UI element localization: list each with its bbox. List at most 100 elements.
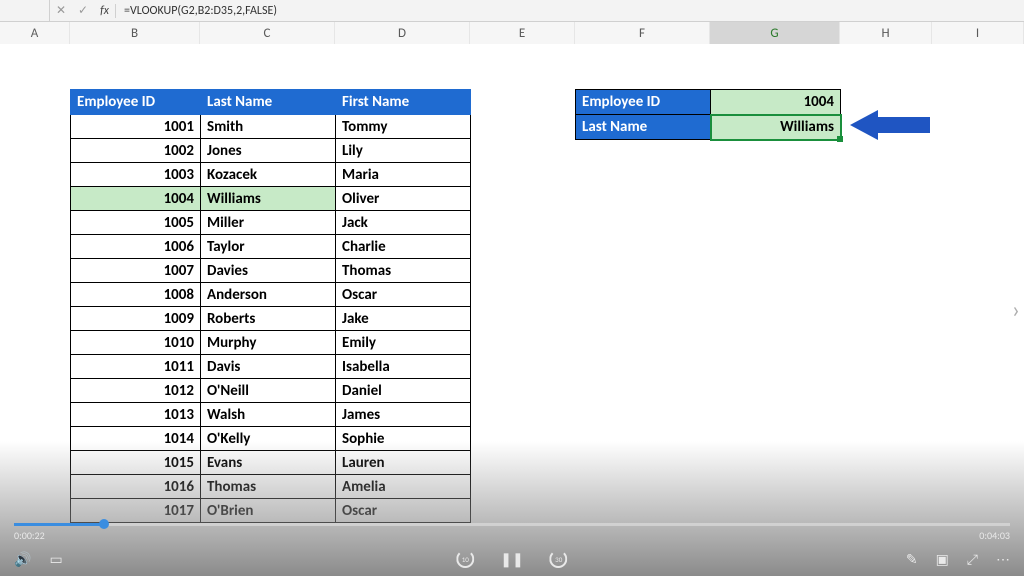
cell-last-name[interactable]: Thomas [201, 475, 336, 499]
table-row[interactable]: 1006TaylorCharlie [71, 235, 471, 259]
cell-employee-id[interactable]: 1016 [71, 475, 201, 499]
cell-first-name[interactable]: James [336, 403, 471, 427]
pip-icon[interactable]: ▣ [936, 551, 949, 568]
header-employee-id[interactable]: Employee ID [71, 90, 201, 115]
cell-first-name[interactable]: Thomas [336, 259, 471, 283]
video-controls: 0:00:22 0:04:03 🔊 ▭ 10 ❚❚ 30 ✎ ▣ ⤢ ⋯ [0, 516, 1024, 576]
cell-first-name[interactable]: Tommy [336, 115, 471, 139]
cell-first-name[interactable]: Lauren [336, 451, 471, 475]
column-header-C[interactable]: C [200, 22, 335, 44]
formula-accept-icon[interactable]: ✓ [72, 3, 94, 18]
cell-last-name[interactable]: Anderson [201, 283, 336, 307]
cell-last-name[interactable]: Davis [201, 355, 336, 379]
cell-employee-id[interactable]: 1008 [71, 283, 201, 307]
cell-last-name[interactable]: Murphy [201, 331, 336, 355]
cell-first-name[interactable]: Daniel [336, 379, 471, 403]
column-header-D[interactable]: D [335, 22, 470, 44]
table-row[interactable]: 1010MurphyEmily [71, 331, 471, 355]
pause-icon[interactable]: ❚❚ [500, 551, 523, 568]
worksheet-area[interactable]: Employee ID Last Name First Name 1001Smi… [0, 44, 1024, 576]
column-header-G[interactable]: G [710, 22, 840, 44]
cell-first-name[interactable]: Oliver [336, 187, 471, 211]
cell-employee-id[interactable]: 1013 [71, 403, 201, 427]
formula-cancel-icon[interactable]: ✕ [50, 3, 72, 18]
lookup-id-value[interactable]: 1004 [711, 90, 841, 115]
table-row[interactable]: 1004WilliamsOliver [71, 187, 471, 211]
table-row[interactable]: 1007DaviesThomas [71, 259, 471, 283]
cell-last-name[interactable]: Kozacek [201, 163, 336, 187]
lookup-ln-value[interactable]: Williams [711, 115, 841, 140]
lookup-box: Employee ID 1004 Last Name Williams [575, 89, 841, 140]
cell-first-name[interactable]: Amelia [336, 475, 471, 499]
cell-employee-id[interactable]: 1011 [71, 355, 201, 379]
table-row[interactable]: 1001SmithTommy [71, 115, 471, 139]
fx-icon[interactable]: fx [94, 4, 116, 18]
table-row[interactable]: 1002JonesLily [71, 139, 471, 163]
table-row[interactable]: 1003KozacekMaria [71, 163, 471, 187]
table-row[interactable]: 1011DavisIsabella [71, 355, 471, 379]
cell-employee-id[interactable]: 1015 [71, 451, 201, 475]
progress-bar[interactable] [14, 523, 1010, 526]
table-row[interactable]: 1016ThomasAmelia [71, 475, 471, 499]
formula-input[interactable]: =VLOOKUP(G2,B2:D35,2,FALSE) [116, 4, 1024, 18]
more-icon[interactable]: ⋯ [996, 551, 1010, 568]
cell-employee-id[interactable]: 1006 [71, 235, 201, 259]
cell-employee-id[interactable]: 1012 [71, 379, 201, 403]
column-header-A[interactable]: A [0, 22, 70, 44]
column-header-row: ABCDEFGHI [0, 22, 1024, 44]
cell-employee-id[interactable]: 1014 [71, 427, 201, 451]
cell-last-name[interactable]: Smith [201, 115, 336, 139]
cell-employee-id[interactable]: 1003 [71, 163, 201, 187]
cell-first-name[interactable]: Charlie [336, 235, 471, 259]
cell-first-name[interactable]: Lily [336, 139, 471, 163]
table-row[interactable]: 1005MillerJack [71, 211, 471, 235]
table-row[interactable]: 1015EvansLauren [71, 451, 471, 475]
cell-last-name[interactable]: Roberts [201, 307, 336, 331]
table-row[interactable]: 1012O'NeillDaniel [71, 379, 471, 403]
cell-first-name[interactable]: Emily [336, 331, 471, 355]
cell-last-name[interactable]: Davies [201, 259, 336, 283]
cell-first-name[interactable]: Jack [336, 211, 471, 235]
cell-first-name[interactable]: Sophie [336, 427, 471, 451]
cell-first-name[interactable]: Isabella [336, 355, 471, 379]
cell-last-name[interactable]: Jones [201, 139, 336, 163]
captions-icon[interactable]: ▭ [49, 551, 62, 568]
column-header-F[interactable]: F [575, 22, 710, 44]
progress-knob-icon[interactable] [99, 519, 109, 529]
name-box[interactable] [0, 0, 50, 21]
column-header-B[interactable]: B [70, 22, 200, 44]
header-last-name[interactable]: Last Name [201, 90, 336, 115]
cell-first-name[interactable]: Jake [336, 307, 471, 331]
cell-last-name[interactable]: Taylor [201, 235, 336, 259]
cell-last-name[interactable]: Evans [201, 451, 336, 475]
table-row[interactable]: 1008AndersonOscar [71, 283, 471, 307]
table-row[interactable]: 1013WalshJames [71, 403, 471, 427]
table-row[interactable]: 1009RobertsJake [71, 307, 471, 331]
lookup-id-label: Employee ID [576, 90, 711, 115]
cell-first-name[interactable]: Maria [336, 163, 471, 187]
cell-first-name[interactable]: Oscar [336, 283, 471, 307]
cell-employee-id[interactable]: 1002 [71, 139, 201, 163]
cell-last-name[interactable]: Walsh [201, 403, 336, 427]
cell-last-name[interactable]: O'Neill [201, 379, 336, 403]
cell-employee-id[interactable]: 1001 [71, 115, 201, 139]
cell-employee-id[interactable]: 1009 [71, 307, 201, 331]
edit-icon[interactable]: ✎ [906, 551, 918, 568]
column-header-E[interactable]: E [470, 22, 575, 44]
volume-icon[interactable]: 🔊 [14, 551, 31, 568]
cell-employee-id[interactable]: 1005 [71, 211, 201, 235]
cell-employee-id[interactable]: 1004 [71, 187, 201, 211]
header-first-name[interactable]: First Name [336, 90, 471, 115]
fullscreen-icon[interactable]: ⤢ [967, 551, 978, 568]
column-header-I[interactable]: I [932, 22, 1024, 44]
cell-employee-id[interactable]: 1010 [71, 331, 201, 355]
cell-last-name[interactable]: Miller [201, 211, 336, 235]
table-row[interactable]: 1014O'KellySophie [71, 427, 471, 451]
cell-employee-id[interactable]: 1007 [71, 259, 201, 283]
column-header-H[interactable]: H [840, 22, 932, 44]
skip-forward-icon[interactable]: 30 [550, 550, 568, 568]
next-chevron-icon[interactable]: › [1012, 296, 1020, 325]
cell-last-name[interactable]: Williams [201, 187, 336, 211]
cell-last-name[interactable]: O'Kelly [201, 427, 336, 451]
skip-back-icon[interactable]: 10 [456, 550, 474, 568]
